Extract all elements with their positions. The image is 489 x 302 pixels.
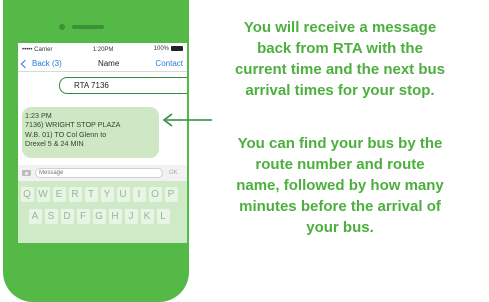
compose-bar: OK: [18, 165, 187, 181]
incoming-message-line: 7136) WRIGHT STOP PLAZA: [25, 120, 121, 130]
key[interactable]: D: [60, 209, 74, 224]
key[interactable]: F: [76, 209, 90, 224]
send-button[interactable]: OK: [169, 170, 178, 176]
back-button[interactable]: Back (3): [20, 59, 62, 68]
conversation-title: Name: [97, 59, 120, 68]
back-label: Back (3): [32, 59, 62, 68]
key[interactable]: J: [124, 209, 138, 224]
key[interactable]: S: [44, 209, 58, 224]
battery-icon: [171, 46, 183, 52]
pointer-arrow-icon: [162, 113, 212, 127]
callout-find-bus: You can find your bus by the route numbe…: [196, 133, 484, 238]
status-bar: ••••• Carrier 1:20PM 100%: [18, 43, 187, 56]
key[interactable]: I: [132, 187, 146, 202]
camera-icon[interactable]: [22, 170, 31, 176]
callout-line: your bus.: [306, 219, 374, 236]
battery-label: 100%: [153, 46, 169, 53]
message-input[interactable]: [35, 168, 163, 178]
callout-line: current time and the next bus: [234, 61, 446, 78]
outgoing-message-text: RTA 7136: [74, 81, 109, 90]
callout-line: route number and route: [255, 156, 425, 173]
key[interactable]: E: [52, 187, 66, 202]
callout-line: minutes before the arrival of: [239, 198, 441, 215]
status-time: 1:20PM: [92, 46, 114, 53]
key[interactable]: R: [68, 187, 82, 202]
carrier-label: ••••• Carrier: [22, 46, 53, 53]
nav-bar: Back (3) Name Contact: [18, 56, 187, 72]
keyboard-row-1: Q W E R T Y U I O P: [19, 187, 179, 202]
incoming-message-line: Drexel 5 & 24 MIN: [25, 139, 84, 149]
key[interactable]: W: [36, 187, 50, 202]
speaker-grille: [72, 25, 104, 29]
callout-line: back from RTA with the: [257, 40, 423, 57]
contact-button[interactable]: Contact: [155, 59, 183, 68]
incoming-message-line: W.B. 01) TO Col Glenn to: [25, 129, 107, 139]
incoming-message-bubble: 1:23 PM 7136) WRIGHT STOP PLAZA W.B. 01)…: [22, 107, 159, 158]
key[interactable]: A: [28, 209, 42, 224]
keyboard: Q W E R T Y U I O P A S D F G H J K L: [18, 181, 187, 243]
callout-line: You can find your bus by the: [237, 135, 443, 152]
outgoing-message-bubble: RTA 7136: [59, 77, 187, 94]
phone-screen: ••••• Carrier 1:20PM 100% Back (3) Name …: [18, 43, 187, 243]
key[interactable]: H: [108, 209, 122, 224]
key[interactable]: U: [116, 187, 130, 202]
battery-indicator: 100%: [153, 46, 183, 53]
key[interactable]: Y: [100, 187, 114, 202]
phone-illustration: ••••• Carrier 1:20PM 100% Back (3) Name …: [3, 0, 189, 302]
key[interactable]: K: [140, 209, 154, 224]
callout-receive-message: You will receive a message back from RTA…: [196, 17, 484, 101]
key[interactable]: Q: [20, 187, 34, 202]
keyboard-row-2: A S D F G H J K L: [27, 209, 171, 224]
callout-line: You will receive a message: [243, 19, 437, 36]
key[interactable]: O: [148, 187, 162, 202]
key[interactable]: L: [156, 209, 170, 224]
chevron-left-icon: [20, 59, 30, 68]
key[interactable]: T: [84, 187, 98, 202]
incoming-message-line: 1:23 PM: [25, 111, 52, 120]
key[interactable]: P: [164, 187, 178, 202]
key[interactable]: G: [92, 209, 106, 224]
callout-line: name, followed by how many: [236, 177, 444, 194]
callout-line: arrival times for your stop.: [245, 82, 435, 99]
camera-icon: [59, 24, 65, 30]
